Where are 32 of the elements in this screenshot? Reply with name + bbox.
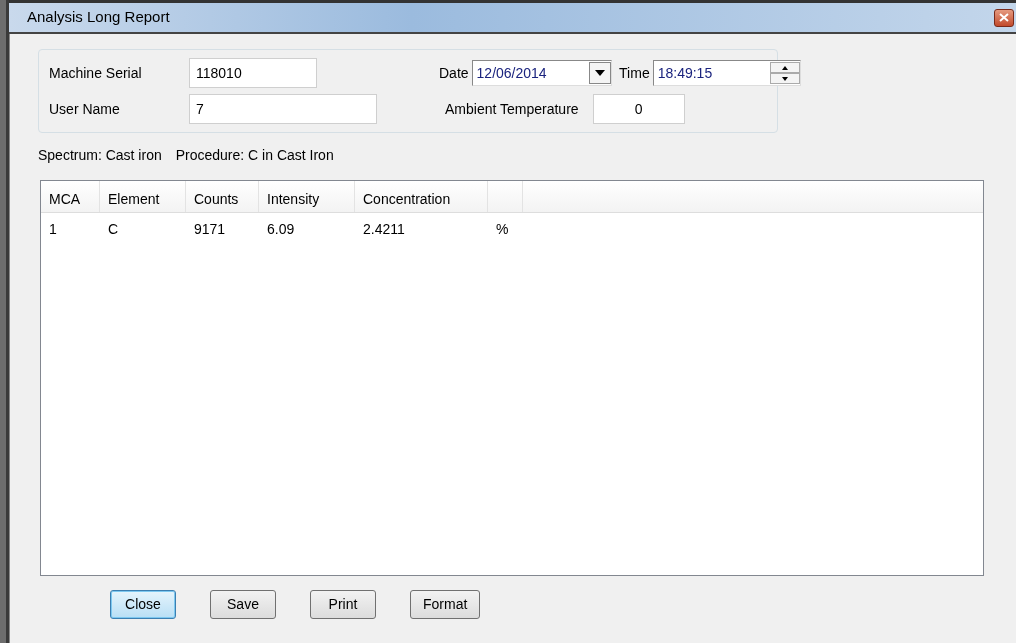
dropdown-icon[interactable] [589, 62, 612, 84]
field-label: Ambient Temperature [445, 99, 579, 119]
dialog-button[interactable]: Format [410, 590, 481, 619]
dialog-button[interactable]: Save [210, 590, 276, 619]
field-label: User Name [49, 99, 121, 119]
dialog-button[interactable]: Close [110, 590, 176, 619]
table-cell-text: % [495, 220, 510, 239]
column-header[interactable]: Element [100, 181, 186, 212]
column-header[interactable]: Concentration [355, 181, 488, 212]
user-name-field[interactable]: 7 [189, 94, 377, 124]
time-field[interactable]: 18:49:15 [653, 60, 802, 86]
spin-up-icon[interactable] [770, 62, 801, 73]
machine-serial-field[interactable]: 118010 [189, 58, 317, 88]
ambient-temperature-field[interactable]: 0 [592, 94, 685, 124]
table-cell-text: 6.09 [266, 220, 296, 239]
close-icon[interactable] [994, 8, 1014, 27]
spin-down-icon[interactable] [770, 73, 801, 84]
column-header[interactable]: Intensity [259, 181, 355, 212]
window-title: Analysis Long Report [27, 7, 170, 28]
procedure-text: Procedure: C in Cast Iron [175, 146, 334, 165]
dialog-button[interactable]: Print [310, 590, 376, 619]
field-label: Time [619, 63, 650, 83]
table-cell-text: 1 [48, 220, 58, 239]
table-cell-text: 9171 [193, 220, 227, 239]
column-header[interactable]: Counts [186, 181, 259, 212]
field-label: Machine Serial [49, 63, 143, 83]
table-cell-text: C [107, 220, 120, 239]
field-label: Date [439, 63, 469, 83]
date-picker[interactable]: 12/06/2014 [472, 60, 613, 86]
column-header[interactable]: MCA [41, 181, 100, 212]
spectrum-text: Spectrum: Cast iron [38, 146, 162, 165]
table-cell-text: 2.4211 [362, 220, 406, 239]
